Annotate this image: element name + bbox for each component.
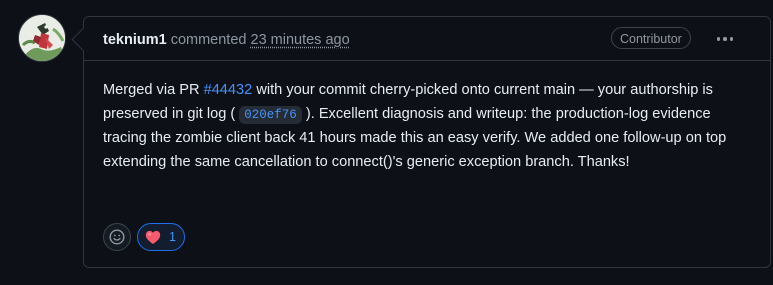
avatar[interactable] xyxy=(18,14,66,62)
body-text-1: Merged via PR xyxy=(103,82,204,98)
comment-header-text: teknium1 commented 23 minutes ago xyxy=(103,30,350,50)
heart-reaction-button[interactable]: 1 xyxy=(137,223,185,251)
comment-header: teknium1 commented 23 minutes ago Contri… xyxy=(71,17,770,61)
add-reaction-button[interactable] xyxy=(103,223,131,251)
smiley-icon xyxy=(109,229,125,245)
comment-body: Merged via PR #44432 with your commit ch… xyxy=(103,79,743,174)
timeline-comment: teknium1 commented 23 minutes ago Contri… xyxy=(0,0,773,285)
comment-card: teknium1 commented 23 minutes ago Contri… xyxy=(71,16,771,268)
comment-caret xyxy=(71,27,96,52)
comment-action: commented xyxy=(170,32,247,48)
commit-hash-link[interactable]: 020ef76 xyxy=(239,105,302,124)
reactions-bar: 1 xyxy=(103,223,185,251)
heart-reaction-count: 1 xyxy=(169,230,176,244)
role-badge: Contributor xyxy=(611,27,691,49)
author-link[interactable]: teknium1 xyxy=(103,32,167,48)
comment-timestamp[interactable]: 23 minutes ago xyxy=(251,32,350,48)
kebab-icon[interactable] xyxy=(712,29,738,49)
heart-icon xyxy=(145,230,161,244)
avatar-image xyxy=(19,15,65,61)
pr-link[interactable]: #44432 xyxy=(204,82,253,98)
